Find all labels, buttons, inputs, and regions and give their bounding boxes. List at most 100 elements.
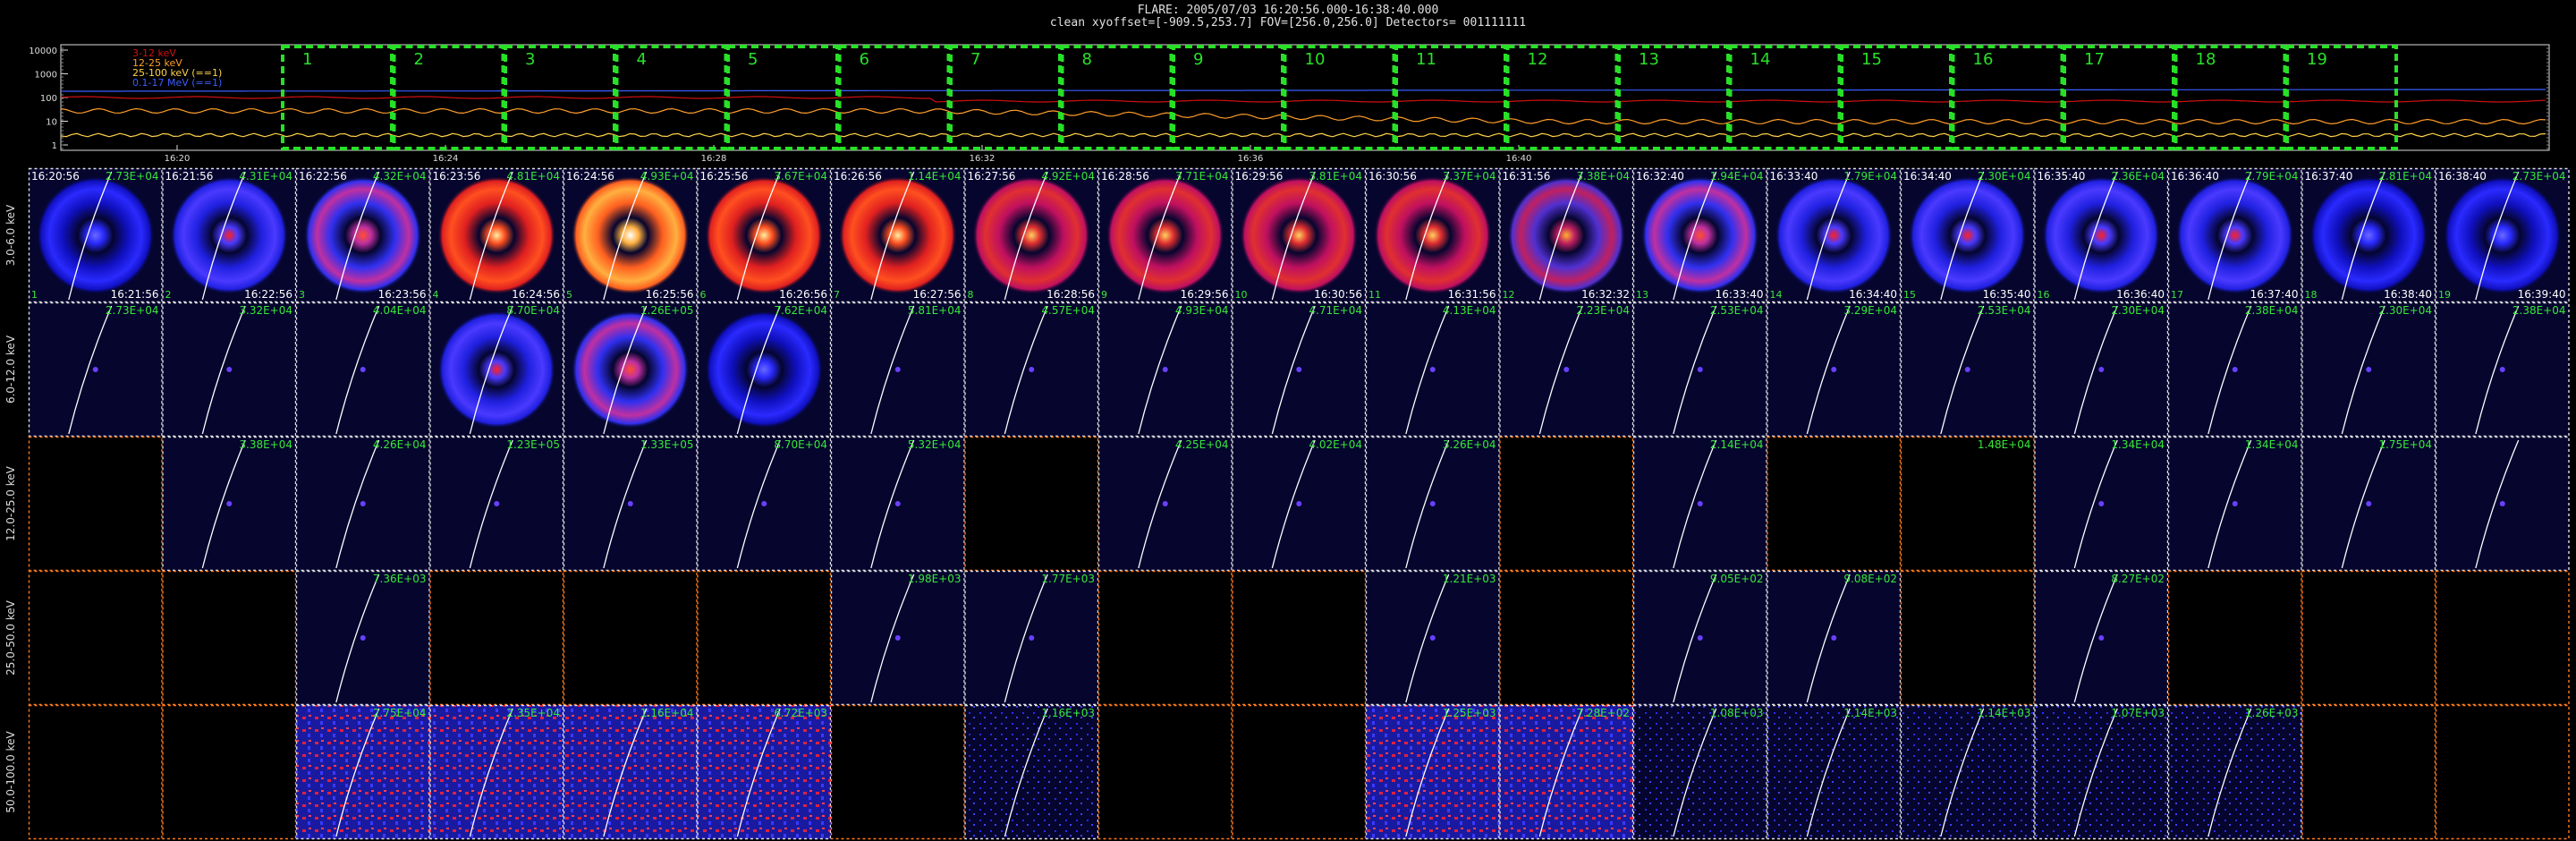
image-panel[interactable]	[162, 704, 297, 840]
image-panel[interactable]: 1.33E+05	[563, 436, 698, 572]
image-panel[interactable]	[2435, 704, 2570, 840]
image-panel[interactable]: 4.26E+04	[295, 436, 430, 572]
end-time: 16:34:40	[1849, 288, 1897, 301]
image-panel[interactable]: 1.48E+04	[1900, 436, 2035, 572]
image-panel[interactable]: 2.75E+04	[295, 704, 430, 840]
image-panel[interactable]	[1499, 570, 1634, 706]
image-panel[interactable]: 2.30E+04	[2301, 302, 2436, 437]
image-panel[interactable]: 2.35E+04	[429, 704, 564, 840]
image-panel[interactable]: 9.05E+02	[1632, 570, 1767, 706]
image-panel[interactable]	[563, 570, 698, 706]
image-panel[interactable]: 1.16E+03	[964, 704, 1099, 840]
image-panel[interactable]	[2435, 570, 2570, 706]
image-panel[interactable]	[1097, 570, 1233, 706]
image-panel[interactable]: 2.53E+04	[1900, 302, 2035, 437]
image-panel[interactable]: 1.21E+03	[1365, 570, 1500, 706]
image-panel[interactable]: 1.23E+05	[429, 436, 564, 572]
image-panel[interactable]: 8.70E+04	[429, 302, 564, 437]
image-panel[interactable]	[28, 570, 163, 706]
image-panel[interactable]: 1.34E+04	[2034, 436, 2169, 572]
image-panel[interactable]: 1.14E+04 16:26:56 16:27:56 7	[830, 167, 965, 303]
image-panel[interactable]: 1.94E+04 16:32:40 16:33:40 13	[1632, 167, 1767, 303]
image-panel[interactable]	[429, 570, 564, 706]
image-panel[interactable]: 9.08E+02	[1767, 570, 1902, 706]
image-panel[interactable]: 1.07E+03	[2034, 704, 2169, 840]
image-panel[interactable]: 4.13E+04	[1365, 302, 1500, 437]
image-panel[interactable]: 2.73E+04 16:20:56 16:21:56 1	[28, 167, 163, 303]
image-panel[interactable]	[830, 704, 965, 840]
panel-background	[429, 571, 564, 705]
image-panel[interactable]: 1.14E+03	[1767, 704, 1902, 840]
image-panel[interactable]: 1.98E+03	[830, 570, 965, 706]
image-panel[interactable]: 2.38E+04	[2167, 302, 2302, 437]
image-panel[interactable]: 1.25E+03	[1365, 704, 1500, 840]
image-panel[interactable]: 2.23E+04	[1499, 302, 1634, 437]
image-panel[interactable]: 2.38E+04	[2435, 302, 2570, 437]
image-panel[interactable]: 2.73E+04 16:38:40 16:39:40 19	[2435, 167, 2570, 303]
image-panel[interactable]	[697, 570, 832, 706]
image-panel[interactable]: 4.93E+04 16:24:56 16:25:56 5	[563, 167, 698, 303]
image-panel[interactable]: 1.75E+04	[2301, 436, 2436, 572]
image-panel[interactable]: 4.31E+04 16:21:56 16:22:56 2	[162, 167, 297, 303]
image-panel[interactable]: 3.71E+04 16:28:56 16:29:56 9	[1097, 167, 1233, 303]
image-panel[interactable]: 2.30E+04	[2034, 302, 2169, 437]
image-panel[interactable]	[1232, 570, 1367, 706]
image-panel[interactable]: 2.81E+04 16:37:40 16:38:40 18	[2301, 167, 2436, 303]
image-panel[interactable]	[2167, 570, 2302, 706]
image-panel[interactable]: 2.53E+04	[1632, 302, 1767, 437]
image-panel[interactable]	[964, 436, 1099, 572]
image-panel[interactable]	[1097, 704, 1233, 840]
image-panel[interactable]: 2.73E+04	[28, 302, 163, 437]
image-panel[interactable]: 8.70E+04	[697, 436, 832, 572]
image-panel[interactable]	[1900, 570, 2035, 706]
image-panel[interactable]: 3.67E+04 16:25:56 16:26:56 6	[697, 167, 832, 303]
image-panel[interactable]: 1.26E+05	[563, 302, 698, 437]
image-panel[interactable]: 2.30E+04 16:34:40 16:35:40 15	[1900, 167, 2035, 303]
image-panel[interactable]: 3.81E+04 16:29:56 16:30:56 10	[1232, 167, 1367, 303]
image-panel[interactable]: 3.38E+04 16:31:56 16:32:32 12	[1499, 167, 1634, 303]
image-panel[interactable]: 5.32E+04	[830, 436, 965, 572]
image-panel[interactable]	[2435, 436, 2570, 572]
image-panel[interactable]: 1.26E+03	[2167, 704, 2302, 840]
image-panel[interactable]: 4.71E+04	[1232, 302, 1367, 437]
image-panel[interactable]	[28, 704, 163, 840]
image-panel[interactable]	[2301, 570, 2436, 706]
image-panel[interactable]: 1.14E+03	[1900, 704, 2035, 840]
source-spot	[1831, 367, 1837, 372]
image-panel[interactable]: 7.62E+04	[697, 302, 832, 437]
image-panel[interactable]: 8.27E+02	[2034, 570, 2169, 706]
peak-value: 1.33E+05	[640, 438, 694, 451]
image-panel[interactable]: 3.29E+04	[1767, 302, 1902, 437]
image-panel[interactable]: 4.04E+04	[295, 302, 430, 437]
image-panel[interactable]: 7.28E+02	[1499, 704, 1634, 840]
image-panel[interactable]	[1767, 436, 1902, 572]
image-panel[interactable]	[28, 436, 163, 572]
image-panel[interactable]: 1.34E+04	[2167, 436, 2302, 572]
image-panel[interactable]: 1.16E+04	[563, 704, 698, 840]
image-panel[interactable]: 1.79E+04 16:33:40 16:34:40 14	[1767, 167, 1902, 303]
image-panel[interactable]: 6.72E+03	[697, 704, 832, 840]
image-panel[interactable]	[162, 570, 297, 706]
image-panel[interactable]: 4.93E+04	[1097, 302, 1233, 437]
image-panel[interactable]	[1499, 436, 1634, 572]
image-panel[interactable]: 4.25E+04	[1097, 436, 1233, 572]
source-ring	[1240, 176, 1359, 294]
image-panel[interactable]: 2.14E+04	[1632, 436, 1767, 572]
image-panel[interactable]: 2.79E+04 16:36:40 16:37:40 17	[2167, 167, 2302, 303]
image-panel[interactable]: 7.36E+03	[295, 570, 430, 706]
image-panel[interactable]	[2301, 704, 2436, 840]
image-panel[interactable]: 2.36E+04 16:35:40 16:36:40 16	[2034, 167, 2169, 303]
image-panel[interactable]: 1.77E+03	[964, 570, 1099, 706]
image-panel[interactable]: 1.08E+03	[1632, 704, 1767, 840]
image-panel[interactable]: 3.37E+04 16:30:56 16:31:56 11	[1365, 167, 1500, 303]
image-panel[interactable]: 4.32E+04 16:22:56 16:23:56 3	[295, 167, 430, 303]
image-panel[interactable]	[1232, 704, 1367, 840]
image-panel[interactable]: 5.81E+04	[830, 302, 965, 437]
image-panel[interactable]: 4.92E+04 16:27:56 16:28:56 8	[964, 167, 1099, 303]
image-panel[interactable]: 3.26E+04	[1365, 436, 1500, 572]
image-panel[interactable]: 3.38E+04	[162, 436, 297, 572]
image-panel[interactable]: 4.81E+04 16:23:56 16:24:56 4	[429, 167, 564, 303]
image-panel[interactable]: 4.02E+04	[1232, 436, 1367, 572]
image-panel[interactable]: 4.57E+04	[964, 302, 1099, 437]
image-panel[interactable]: 3.32E+04	[162, 302, 297, 437]
